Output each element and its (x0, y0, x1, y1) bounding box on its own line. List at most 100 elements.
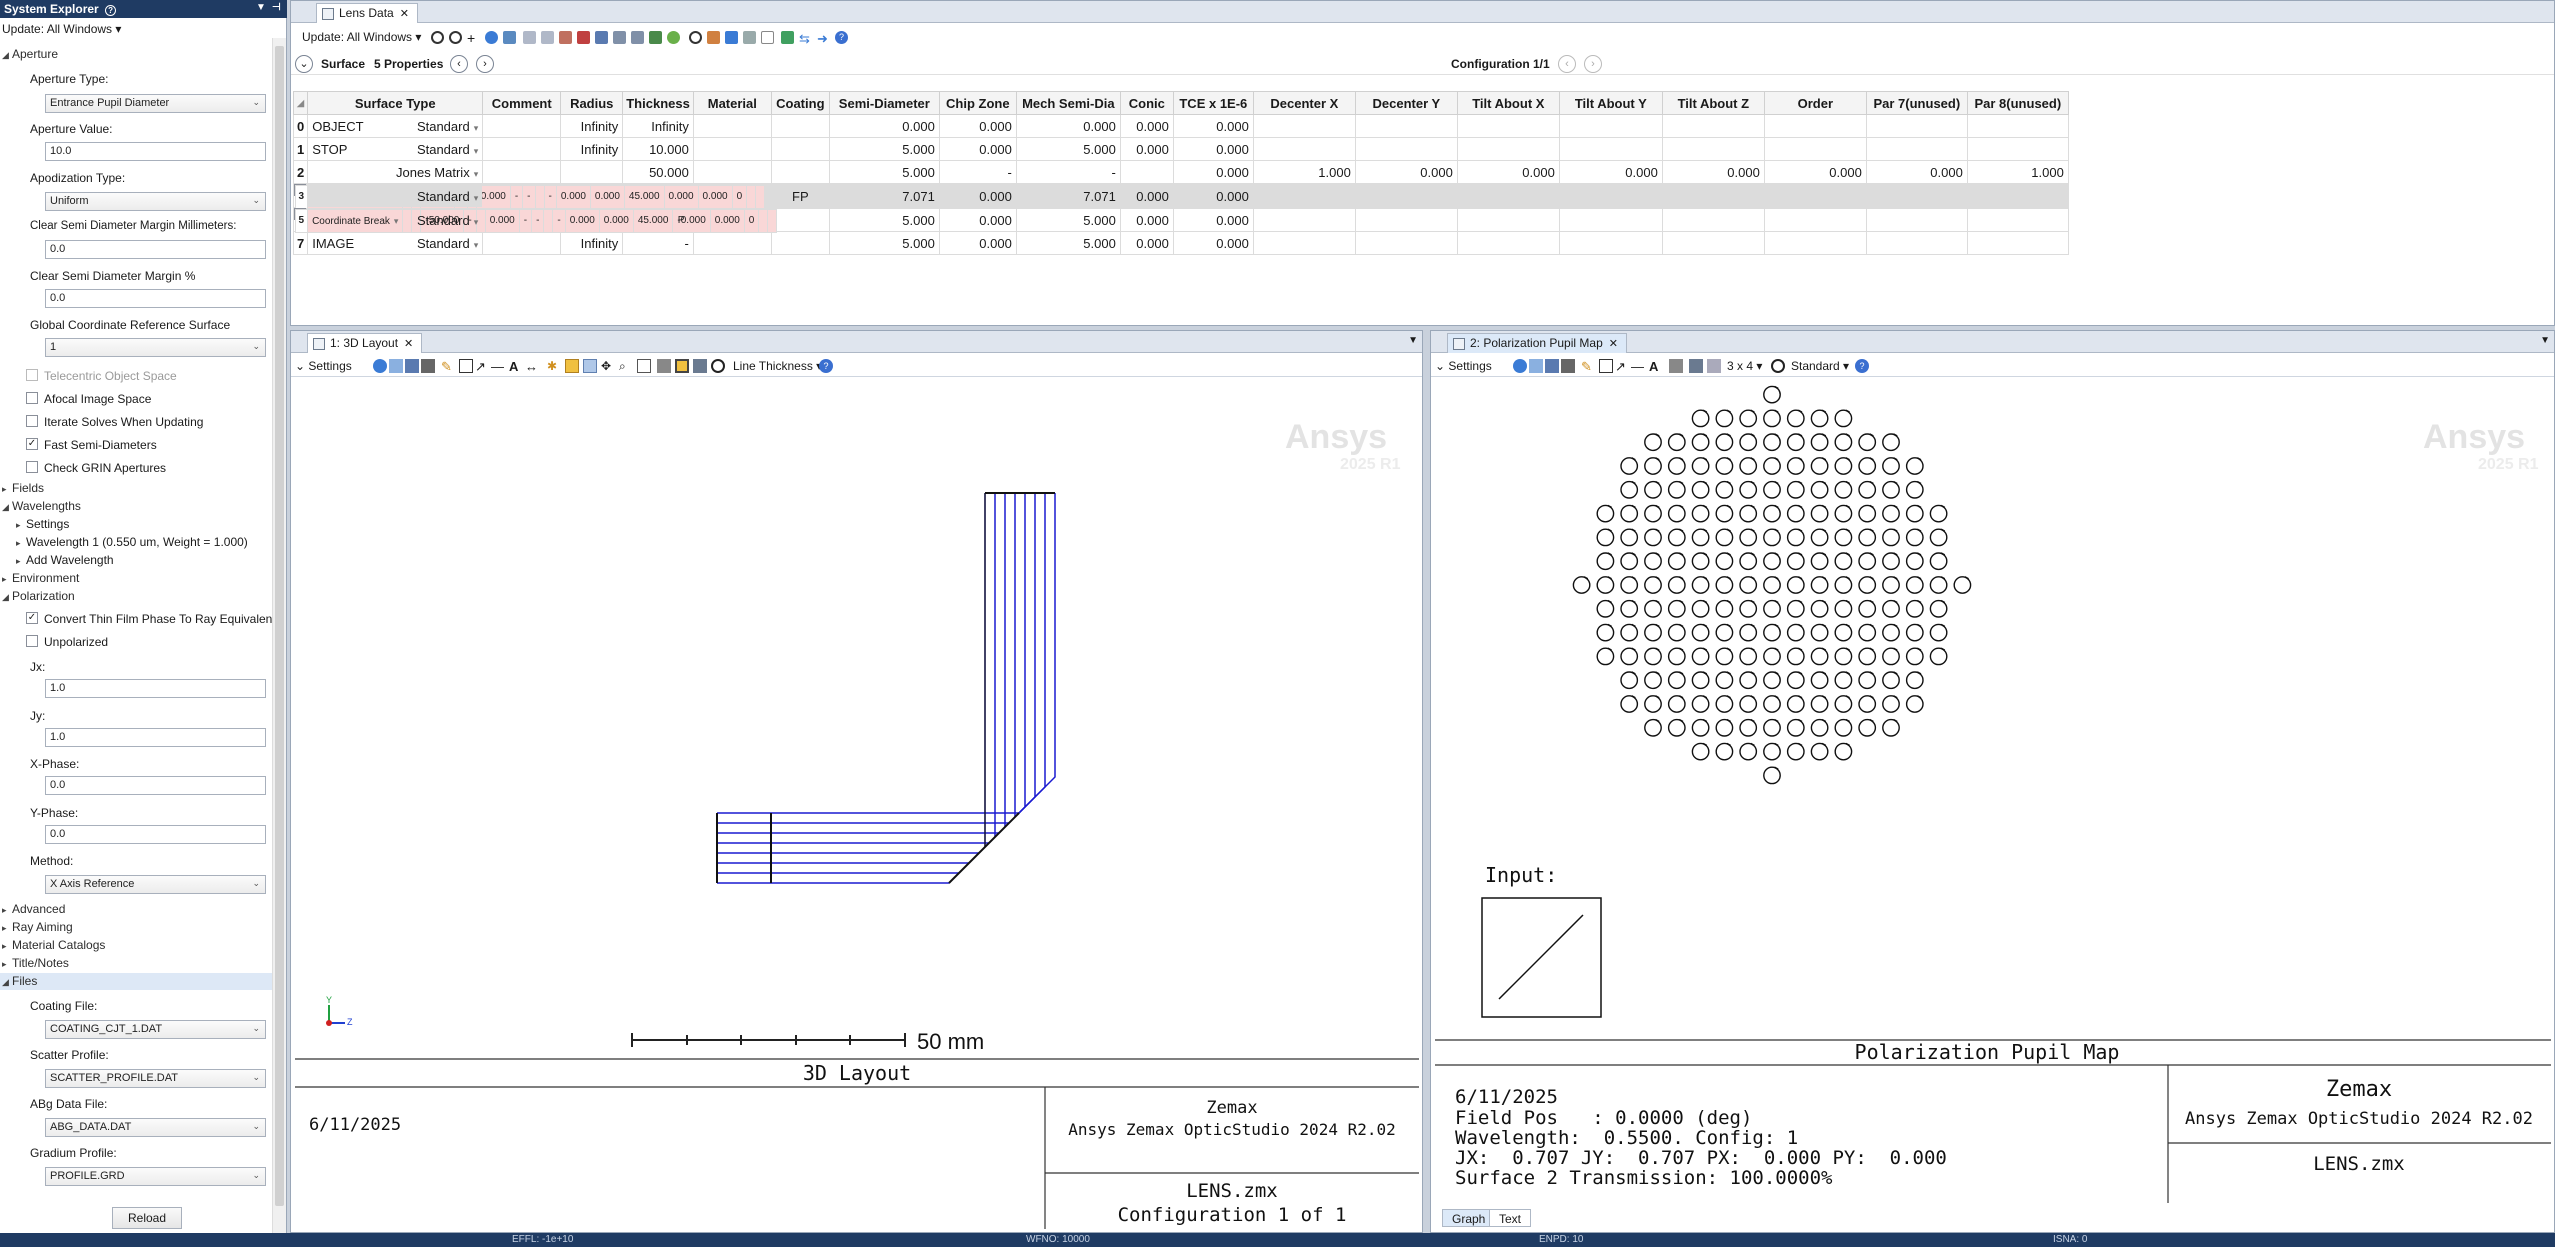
cell-p8[interactable] (1966, 184, 2069, 208)
cell-mech[interactable]: - (1015, 160, 1121, 184)
dropdown-icon[interactable]: ▾ (474, 193, 479, 203)
cell-tx[interactable]: 45.000 (623, 185, 665, 209)
cell-ty[interactable]: 0.000 (663, 185, 699, 209)
cell-order[interactable] (1763, 137, 1867, 161)
explorer-scrollbar[interactable] (272, 38, 286, 1233)
jx-input[interactable]: 1.0 (45, 679, 266, 698)
cell-tz[interactable] (1661, 137, 1765, 161)
coating-file-select[interactable]: COATING_CJT_1.DAT ⌄ (45, 1020, 266, 1039)
cell-chip[interactable]: 0.000 (938, 137, 1017, 161)
section-advanced[interactable]: ▸ Advanced (2, 902, 65, 916)
reload-button[interactable]: Reload (112, 1207, 182, 1229)
update-dropdown[interactable]: Update: All Windows ▾ (2, 22, 121, 36)
rectangle-icon[interactable] (1599, 359, 1613, 373)
copy-icon[interactable] (1529, 359, 1543, 373)
surface-type-cell[interactable]: Standard ▾ (307, 184, 484, 208)
column-header[interactable]: Radius (560, 91, 624, 115)
tool-icon[interactable] (595, 31, 608, 44)
cell-order[interactable] (1763, 208, 1867, 232)
column-header[interactable]: Semi-Diameter (828, 91, 940, 115)
cell-dy[interactable]: 0.000 (1354, 160, 1458, 184)
cell-chip[interactable]: 0.000 (938, 114, 1017, 138)
lock-icon[interactable] (1669, 359, 1683, 373)
cell-tce[interactable]: 0.000 (1172, 184, 1254, 208)
cell-coating[interactable] (770, 137, 830, 161)
method-select[interactable]: X Axis Reference ⌄ (45, 875, 266, 894)
cell-dx[interactable]: 0.000 (564, 209, 600, 233)
column-header[interactable]: TCE x 1E-6 (1172, 91, 1254, 115)
column-header[interactable]: Order (1763, 91, 1867, 115)
cell-dx[interactable] (1252, 208, 1356, 232)
cell-comment[interactable] (482, 231, 562, 255)
cell-conic[interactable] (1119, 160, 1174, 184)
cell-comment[interactable] (482, 114, 562, 138)
surface-type-cell[interactable]: OBJECT Standard ▾ (307, 114, 484, 138)
csd-margin-pct-input[interactable]: 0.0 (45, 289, 266, 308)
frame-icon[interactable] (675, 359, 689, 373)
surface-type-cell[interactable]: Standard ▾ (307, 208, 484, 232)
global-coord-ref-select[interactable]: 1 ⌄ (45, 338, 266, 357)
tool-icon[interactable] (649, 31, 662, 44)
cell-material[interactable] (692, 114, 772, 138)
cell-tce[interactable]: - (552, 209, 566, 233)
column-header[interactable]: Surface Type (307, 91, 484, 115)
help-icon[interactable]: ? (105, 5, 117, 16)
cell-dy[interactable]: 0.000 (589, 185, 625, 209)
cell-p8[interactable] (1966, 208, 2069, 232)
section-files[interactable]: ◢ Files (2, 974, 37, 988)
wavelength-1[interactable]: ▸ Wavelength 1 (0.550 um, Weight = 1.000) (16, 535, 248, 549)
table-row[interactable]: 3Coordinate Break▾0.000-0.000---0.0000.0… (293, 184, 766, 209)
cell-tz[interactable] (1661, 208, 1765, 232)
column-header[interactable]: Par 7(unused) (1865, 91, 1968, 115)
cell-dy[interactable] (1354, 184, 1458, 208)
x-phase-input[interactable]: 0.0 (45, 776, 266, 795)
cell-tx[interactable] (1456, 114, 1560, 138)
cell-order[interactable]: 0.000 (1763, 160, 1867, 184)
cell-radius[interactable]: Infinity (560, 137, 624, 161)
save-icon[interactable] (405, 359, 419, 373)
cell-order[interactable] (1763, 184, 1867, 208)
help-icon[interactable]: ? (835, 31, 848, 44)
settings-icon[interactable] (449, 31, 462, 44)
tool-icon[interactable] (781, 31, 794, 44)
y-phase-input[interactable]: 0.0 (45, 825, 266, 844)
dropdown-icon[interactable]: ▾ (474, 146, 479, 156)
table-row[interactable]: 7 IMAGE Standard ▾ Infinity -5.000 0.000 5.000 0… (292, 231, 2069, 255)
tool-icon[interactable] (761, 31, 774, 44)
surface-type-cell[interactable]: Jones Matrix ▾ (307, 160, 484, 184)
pencil-icon[interactable]: ✎ (1581, 359, 1595, 374)
section-material-catalogs[interactable]: ▸ Material Catalogs (2, 938, 105, 952)
cell-semi[interactable]: 7.071 (828, 184, 940, 208)
cell-coating[interactable] (770, 231, 830, 255)
lock-icon[interactable] (657, 359, 671, 373)
wavelength-settings[interactable]: ▸ Settings (16, 517, 69, 531)
table-row[interactable]: 5 Coordinate Break ▾ -50.000-0.000- - -0.000 0… (293, 208, 778, 233)
print-icon[interactable] (1561, 359, 1575, 373)
telecentric-checkbox[interactable] (26, 369, 38, 381)
cell-mech[interactable]: 5.000 (1015, 231, 1121, 255)
refresh-icon[interactable] (373, 359, 387, 373)
tool-icon[interactable] (725, 31, 738, 44)
update-dropdown[interactable]: Update: All Windows ▾ (302, 30, 421, 44)
table-row[interactable]: 2 Jones Matrix ▾ 50.000 5.000- -0.000 1.000 0.0… (292, 160, 2069, 184)
mode-dropdown[interactable]: Standard ▾ (1791, 359, 1849, 373)
cell-tx[interactable] (1456, 208, 1560, 232)
cell-comment[interactable] (482, 137, 562, 161)
cell-dy[interactable] (1354, 114, 1458, 138)
arrow-icon[interactable]: ⇆ (799, 31, 812, 46)
cell-ty[interactable] (1558, 114, 1663, 138)
cell-dx[interactable] (1252, 114, 1356, 138)
cell-tx[interactable]: 45.000 P (632, 209, 684, 233)
cell-mech[interactable]: 7.071 (1015, 184, 1121, 208)
cell-radius[interactable] (560, 160, 624, 184)
cell-p7[interactable] (746, 185, 757, 209)
cell-ty[interactable] (1558, 231, 1663, 255)
cell-thickness[interactable]: Infinity (622, 114, 694, 138)
cell-p7[interactable] (1865, 114, 1968, 138)
target-icon[interactable] (711, 359, 725, 373)
cell-dx[interactable] (1252, 137, 1356, 161)
cell-tce[interactable]: - (543, 185, 557, 209)
cell-chip[interactable]: 0.000 (938, 184, 1017, 208)
cell-tce[interactable]: 0.000 (1172, 231, 1254, 255)
table-icon[interactable] (503, 31, 516, 44)
